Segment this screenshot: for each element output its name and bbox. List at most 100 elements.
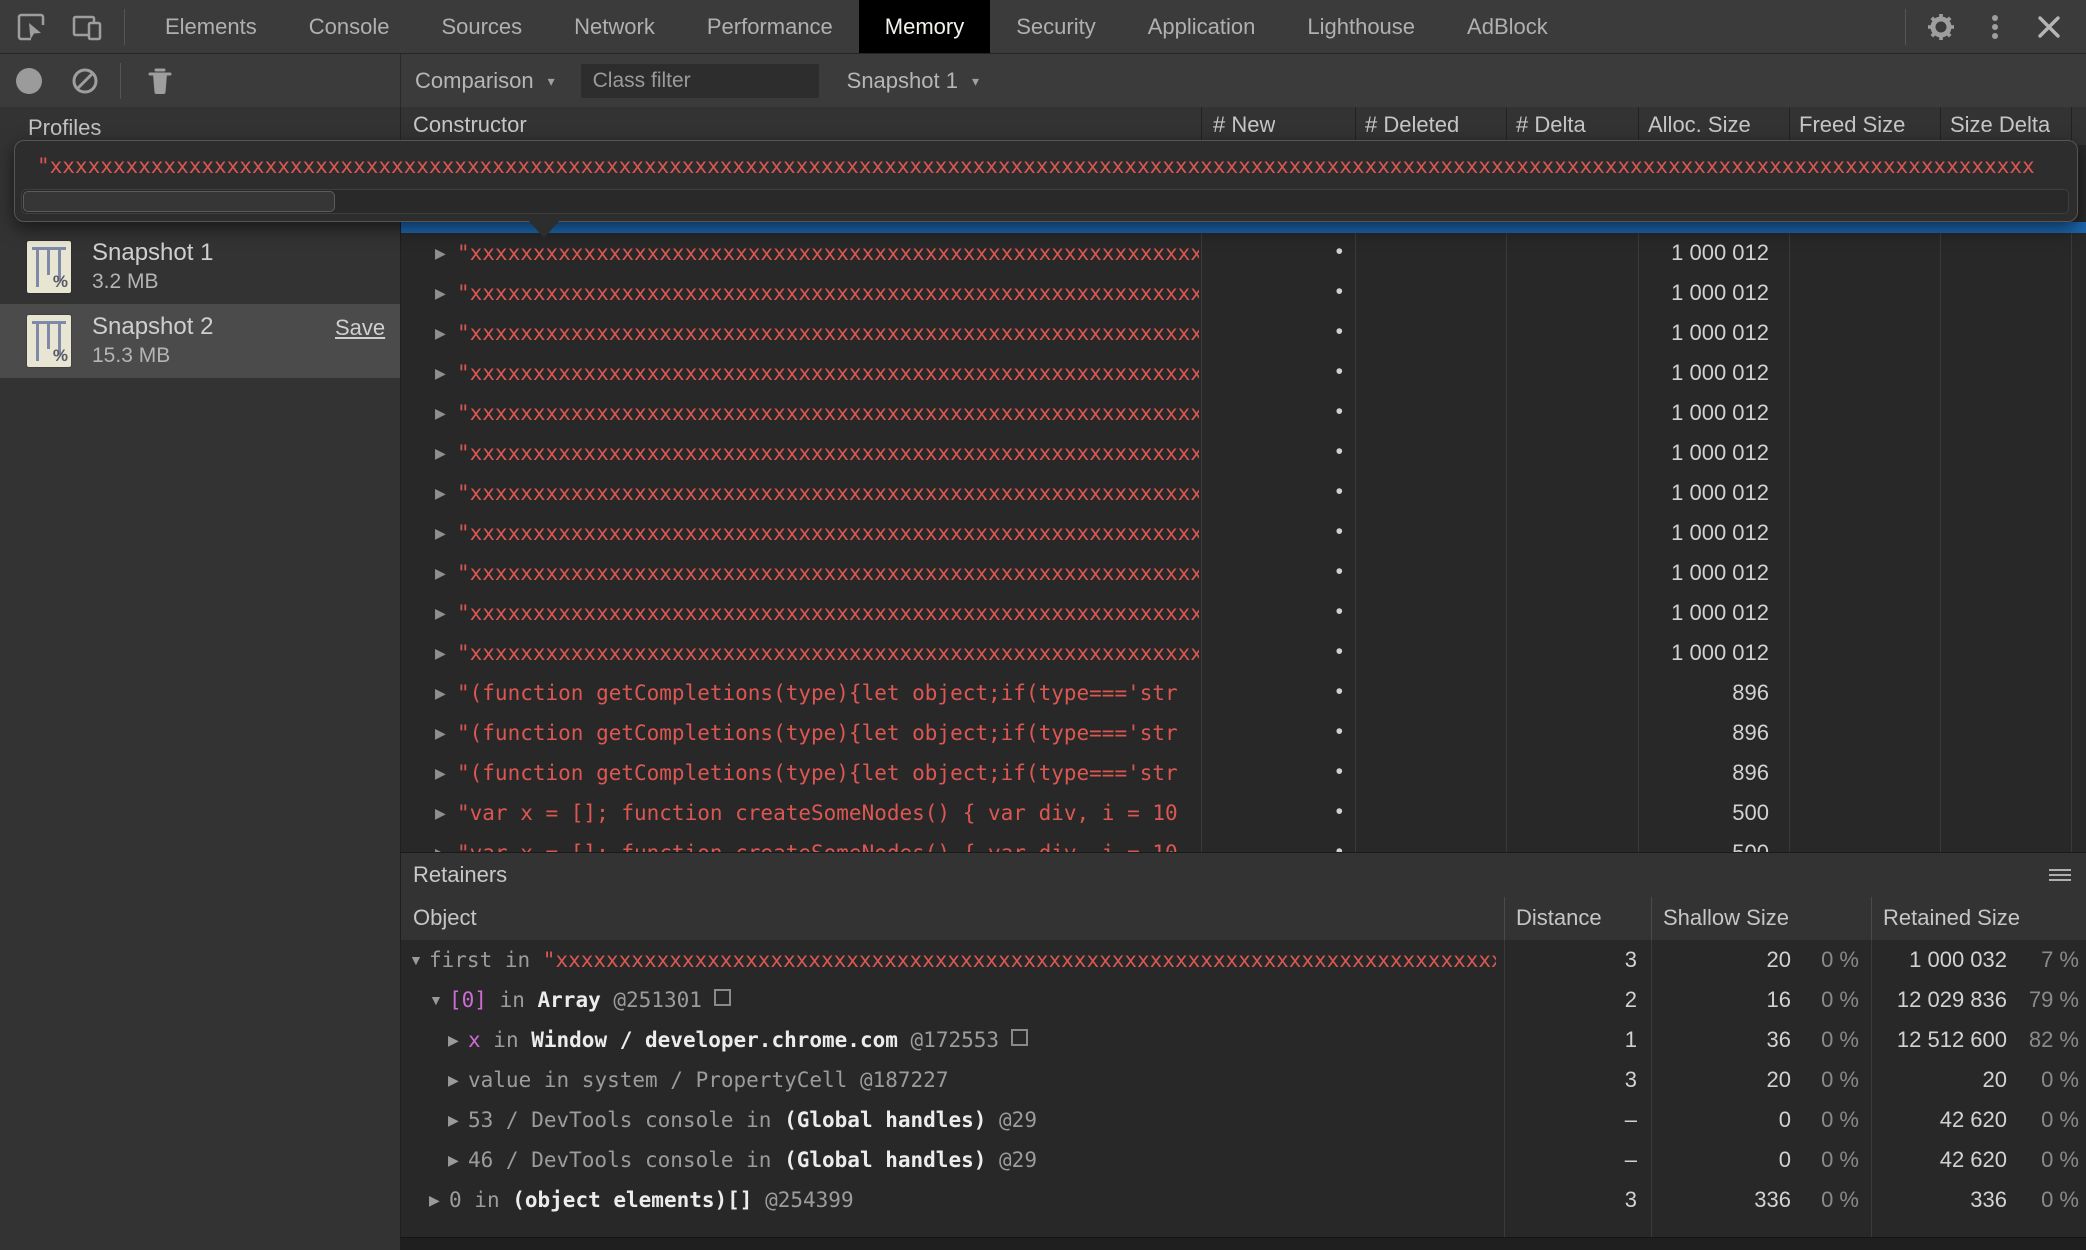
- expand-arrow-icon[interactable]: ▶: [435, 593, 446, 633]
- retainer-row[interactable]: ▶0 in (object elements)[] @25439933360 %…: [401, 1180, 2086, 1220]
- expand-arrow-icon[interactable]: ▶: [435, 553, 446, 593]
- close-icon[interactable]: [2032, 10, 2066, 44]
- tab-console[interactable]: Console: [283, 0, 416, 53]
- expand-arrow-icon[interactable]: ▶: [435, 833, 446, 852]
- tab-performance[interactable]: Performance: [681, 0, 859, 53]
- expand-arrow-icon[interactable]: ▶: [435, 673, 446, 713]
- delete-profile-trash-icon[interactable]: [143, 64, 177, 98]
- device-toolbar-icon[interactable]: [70, 10, 104, 44]
- constructor-row[interactable]: ▶"xxxxxxxxxxxxxxxxxxxxxxxxxxxxxxxxxxxxxx…: [401, 553, 2086, 593]
- new-count-marker: •: [1201, 313, 1343, 353]
- sidebar-item-snapshot-2[interactable]: % Snapshot 2 15.3 MB Save: [0, 304, 400, 378]
- retainer-object-label: x in Window / developer.chrome.com @1725…: [468, 1020, 1496, 1060]
- tab-memory[interactable]: Memory: [859, 0, 990, 53]
- alloc-size-value: 1 000 012: [1638, 393, 1779, 433]
- constructor-row[interactable]: ▶"xxxxxxxxxxxxxxxxxxxxxxxxxxxxxxxxxxxxxx…: [401, 313, 2086, 353]
- tab-sources[interactable]: Sources: [415, 0, 548, 53]
- constructor-row[interactable]: ▶"var x = []; function createSomeNodes()…: [401, 833, 2086, 852]
- expand-arrow-icon[interactable]: ▶: [435, 473, 446, 513]
- retainer-row[interactable]: ▶53 / DevTools console in (Global handle…: [401, 1100, 2086, 1140]
- expand-arrow-icon[interactable]: ▶: [435, 273, 446, 313]
- retainer-row[interactable]: ▶46 / DevTools console in (Global handle…: [401, 1140, 2086, 1180]
- perspective-select[interactable]: Comparison ▾: [415, 68, 555, 94]
- distance-value: –: [1504, 1100, 1651, 1140]
- inspect-element-icon[interactable]: [14, 10, 48, 44]
- settings-gear-icon[interactable]: [1924, 10, 1958, 44]
- tab-application[interactable]: Application: [1122, 0, 1282, 53]
- constructor-row[interactable]: ▶"xxxxxxxxxxxxxxxxxxxxxxxxxxxxxxxxxxxxxx…: [401, 473, 2086, 513]
- expand-arrow-icon[interactable]: ▶: [448, 1100, 459, 1140]
- constructor-row[interactable]: ▶"xxxxxxxxxxxxxxxxxxxxxxxxxxxxxxxxxxxxxx…: [401, 593, 2086, 633]
- expand-arrow-icon[interactable]: ▶: [435, 753, 446, 793]
- constructor-row[interactable]: ▶"xxxxxxxxxxxxxxxxxxxxxxxxxxxxxxxxxxxxxx…: [401, 393, 2086, 433]
- constructor-row[interactable]: ▶"xxxxxxxxxxxxxxxxxxxxxxxxxxxxxxxxxxxxxx…: [401, 233, 2086, 273]
- retainer-row[interactable]: ▼[0] in Array @2513012160 %12 029 83679 …: [401, 980, 2086, 1020]
- tab-elements[interactable]: Elements: [139, 0, 283, 53]
- alloc-size-value: 500: [1638, 793, 1779, 833]
- reveal-object-icon[interactable]: [714, 989, 731, 1006]
- tab-lighthouse[interactable]: Lighthouse: [1281, 0, 1441, 53]
- alloc-size-value: 500: [1638, 833, 1779, 852]
- constructor-row[interactable]: ▶"(function getCompletions(type){let obj…: [401, 673, 2086, 713]
- expand-arrow-icon[interactable]: ▶: [435, 513, 446, 553]
- retainers-horizontal-scrollbar[interactable]: [401, 1237, 2086, 1250]
- column-header-object[interactable]: Object: [413, 897, 477, 940]
- clear-profiles-icon[interactable]: [68, 64, 102, 98]
- retainers-menu-icon[interactable]: [2049, 866, 2071, 884]
- tab-security[interactable]: Security: [990, 0, 1121, 53]
- column-header-distance[interactable]: Distance: [1516, 897, 1602, 940]
- collapse-arrow-icon[interactable]: ▼: [409, 940, 423, 980]
- tab-network[interactable]: Network: [548, 0, 681, 53]
- class-filter-input[interactable]: [581, 64, 819, 98]
- chevron-down-icon: ▾: [972, 73, 979, 90]
- expand-arrow-icon[interactable]: ▶: [435, 713, 446, 753]
- constructor-row[interactable]: ▶"(function getCompletions(type){let obj…: [401, 753, 2086, 793]
- retainer-object-label: 46 / DevTools console in (Global handles…: [468, 1140, 1496, 1180]
- base-snapshot-select[interactable]: Snapshot 1 ▾: [847, 68, 979, 94]
- expand-arrow-icon[interactable]: ▶: [435, 793, 446, 833]
- constructor-name: "xxxxxxxxxxxxxxxxxxxxxxxxxxxxxxxxxxxxxxx…: [457, 513, 1199, 553]
- selected-row-highlight: [401, 222, 2086, 233]
- record-heap-snapshot-icon[interactable]: [16, 68, 42, 94]
- retainer-label-segment: value: [468, 1068, 531, 1092]
- expand-arrow-icon[interactable]: ▶: [429, 1180, 440, 1220]
- sidebar-item-snapshot-1[interactable]: % Snapshot 1 3.2 MB: [0, 230, 400, 304]
- constructor-row[interactable]: ▶"xxxxxxxxxxxxxxxxxxxxxxxxxxxxxxxxxxxxxx…: [401, 633, 2086, 673]
- retainer-label-segment: in: [531, 1068, 582, 1092]
- retainer-row[interactable]: ▶value in system / PropertyCell @1872273…: [401, 1060, 2086, 1100]
- snapshot-title: Snapshot 2: [92, 313, 213, 341]
- more-options-kebab-icon[interactable]: [1978, 10, 2012, 44]
- column-header-shallow-size[interactable]: Shallow Size: [1663, 897, 1789, 940]
- constructor-row[interactable]: ▶"(function getCompletions(type){let obj…: [401, 713, 2086, 753]
- constructor-row[interactable]: ▶ "xxxxxxxxxxxxxxxxxxxxxxxxxxxxxxxxxxxxxx…: [401, 513, 2086, 553]
- tabbar-right-controls: [1905, 0, 2086, 53]
- expand-arrow-icon[interactable]: ▶: [435, 433, 446, 473]
- shallow-size-value: 160 %: [1651, 980, 1859, 1020]
- expand-arrow-icon[interactable]: ▶: [435, 233, 446, 273]
- distance-value: 2: [1504, 980, 1651, 1020]
- tab-adblock[interactable]: AdBlock: [1441, 0, 1574, 53]
- expand-arrow-icon[interactable]: ▶: [448, 1060, 459, 1100]
- constructor-name: "xxxxxxxxxxxxxxxxxxxxxxxxxxxxxxxxxxxxxxx…: [457, 273, 1199, 313]
- constructor-row[interactable]: ▶"xxxxxxxxxxxxxxxxxxxxxxxxxxxxxxxxxxxxxx…: [401, 433, 2086, 473]
- retainer-object-label: 53 / DevTools console in (Global handles…: [468, 1100, 1496, 1140]
- expand-arrow-icon[interactable]: ▶: [448, 1140, 459, 1180]
- expand-arrow-icon[interactable]: ▶: [435, 313, 446, 353]
- alloc-size-value: 1 000 012: [1638, 233, 1779, 273]
- expand-arrow-icon[interactable]: ▶: [435, 353, 446, 393]
- tooltip-scrollbar-thumb[interactable]: [23, 191, 335, 212]
- collapse-arrow-icon[interactable]: ▼: [429, 980, 443, 1020]
- expand-arrow-icon[interactable]: ▶: [448, 1020, 459, 1060]
- retainer-row[interactable]: ▶x in Window / developer.chrome.com @172…: [401, 1020, 2086, 1060]
- new-count-marker: •: [1201, 553, 1343, 593]
- retainer-row[interactable]: ▼first in "xxxxxxxxxxxxxxxxxxxxxxxxxxxxx…: [401, 940, 2086, 980]
- constructor-row[interactable]: ▶ "xxxxxxxxxxxxxxxxxxxxxxxxxxxxxxxxxxxxxx…: [401, 273, 2086, 313]
- constructor-row[interactable]: ▶"xxxxxxxxxxxxxxxxxxxxxxxxxxxxxxxxxxxxxx…: [401, 353, 2086, 393]
- save-snapshot-link[interactable]: Save: [335, 315, 385, 341]
- expand-arrow-icon[interactable]: ▶: [435, 633, 446, 673]
- expand-arrow-icon[interactable]: ▶: [435, 393, 446, 433]
- constructor-row[interactable]: ▶"var x = []; function createSomeNodes()…: [401, 793, 2086, 833]
- reveal-object-icon[interactable]: [1011, 1029, 1028, 1046]
- tooltip-scrollbar-track[interactable]: [21, 189, 2069, 214]
- column-header-retained-size[interactable]: Retained Size: [1883, 897, 2020, 940]
